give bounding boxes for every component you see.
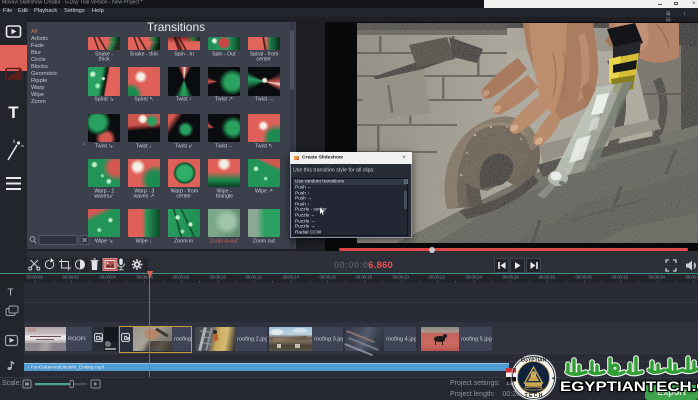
svg-text:✦: ✦ [551, 376, 555, 382]
svg-text:T E C H: T E C H [525, 393, 543, 399]
svg-text:EGYPTIAN: EGYPTIAN [521, 358, 547, 364]
svg-text:T: T [7, 287, 13, 298]
svg-text:T: T [8, 103, 19, 122]
svg-text:✦: ✦ [512, 376, 516, 382]
